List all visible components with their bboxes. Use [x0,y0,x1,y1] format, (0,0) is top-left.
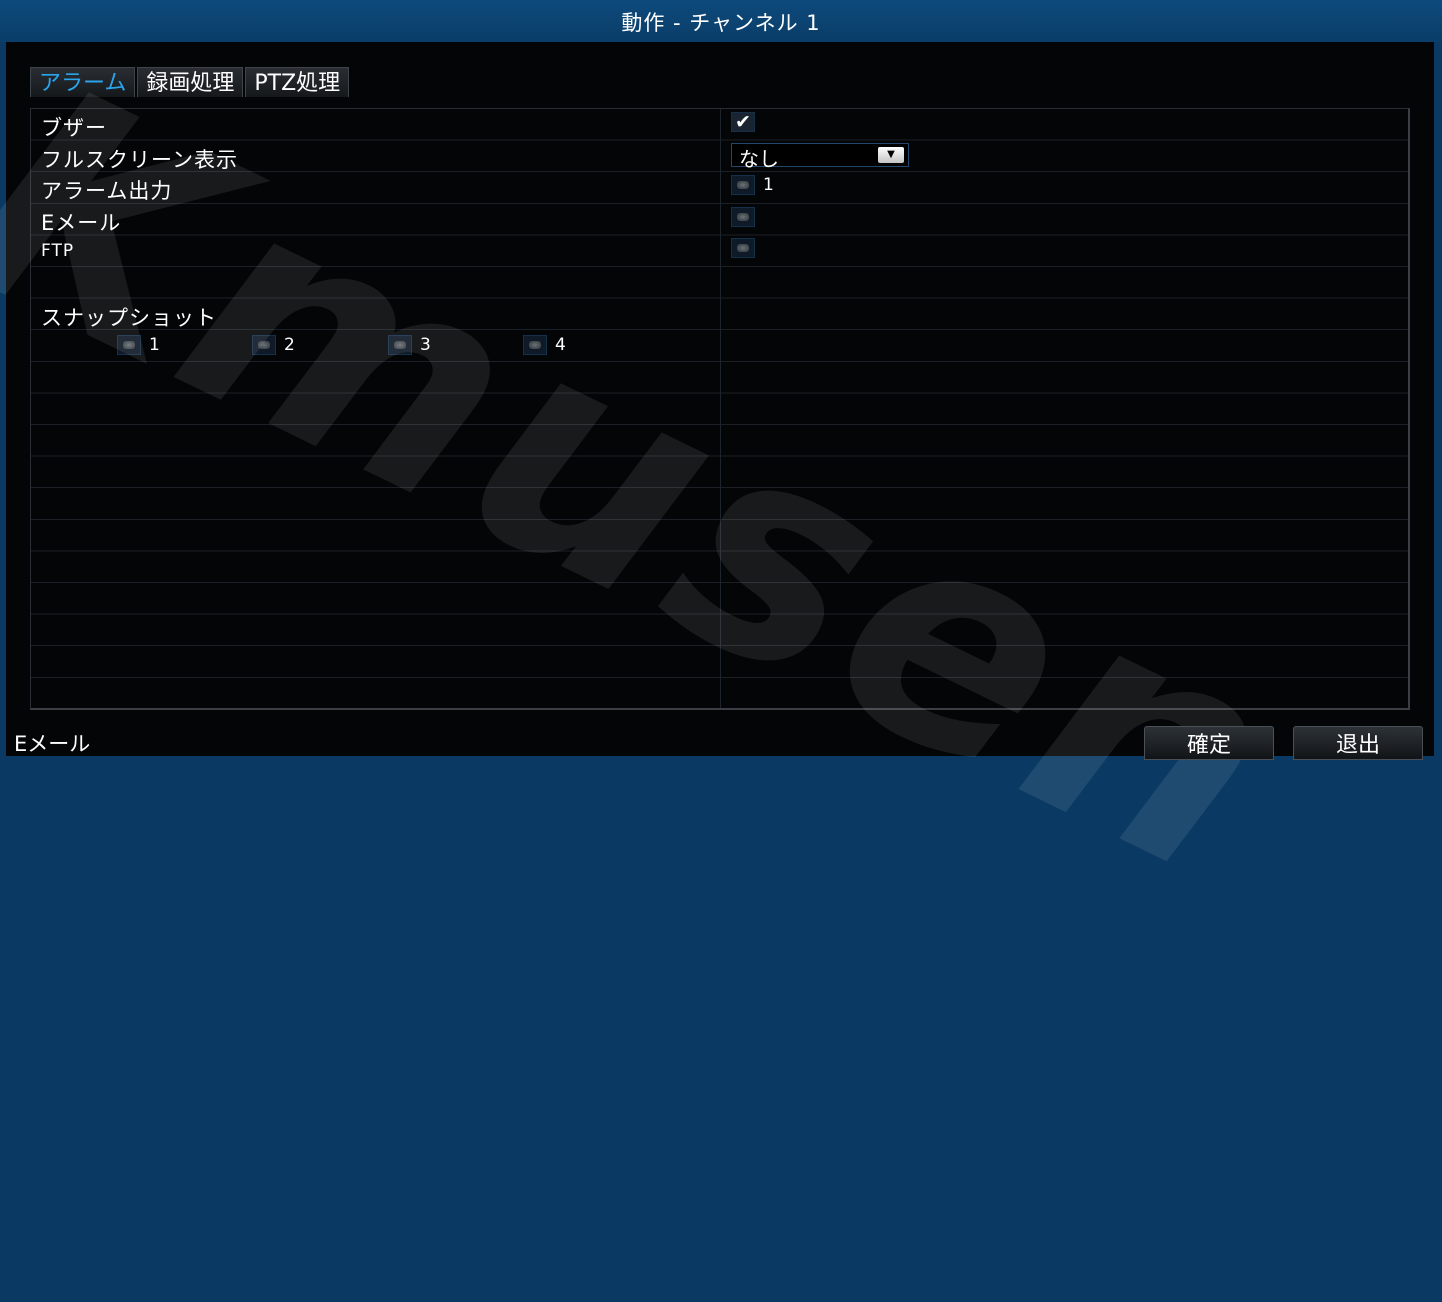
window-title: 動作 - チャンネル 1 [0,0,1442,42]
alarm-output-option-label: 1 [763,175,774,196]
snapshot-channel-label: 2 [284,335,295,356]
tab-recording[interactable]: 録画処理 [137,67,244,97]
tab-bar: アラーム 録画処理 PTZ処理 [30,67,350,99]
main-panel: アラーム 録画処理 PTZ処理 ブザー ✔ フルスクリーン表示 なし ▼ アラー… [6,42,1434,756]
status-text: Eメール [14,732,91,756]
snapshot-channel-label: 1 [149,335,160,356]
tab-alarm[interactable]: アラーム [30,67,136,97]
snapshot-checkbox-2[interactable] [252,335,276,356]
email-checkbox[interactable] [731,206,755,227]
buzzer-label: ブザー [41,116,107,140]
fullscreen-label: フルスクリーン表示 [41,147,238,172]
email-label: Eメール [41,210,122,235]
row-ftp: FTP [31,235,1408,266]
buzzer-checkbox[interactable]: ✔ [731,112,755,132]
snapshot-channel-4: 4 [523,335,566,356]
alarm-output-label: アラーム出力 [41,179,173,204]
ftp-checkbox[interactable] [731,238,755,259]
snapshot-channel-1: 1 [117,335,160,356]
exit-button[interactable]: 退出 [1293,726,1423,760]
snapshot-channel-2: 2 [252,335,295,356]
row-snapshot: スナップショット [31,299,1408,330]
snapshot-channel-label: 4 [555,335,566,356]
row-email: Eメール [31,204,1408,235]
row-snapshot-channels: 1 2 3 4 [31,330,1408,361]
snapshot-label: スナップショット [41,305,217,330]
snapshot-channel-label: 3 [420,335,431,356]
snapshot-checkbox-1[interactable] [117,335,141,356]
snapshot-channel-3: 3 [388,335,431,356]
alarm-output-control: 1 [731,175,774,196]
ftp-label: FTP [41,241,75,262]
fullscreen-select[interactable]: なし ▼ [731,142,909,171]
ok-button[interactable]: 確定 [1144,726,1274,760]
row-fullscreen: フルスクリーン表示 なし ▼ [31,141,1408,172]
snapshot-checkbox-3[interactable] [388,335,412,356]
snapshot-checkbox-4[interactable] [523,335,547,356]
check-icon: ✔ [735,111,751,133]
row-alarm-output: アラーム出力 1 [31,172,1408,203]
fullscreen-select-value: なし [739,146,779,171]
dropdown-arrow-icon[interactable]: ▼ [878,146,904,163]
settings-grid: ブザー ✔ フルスクリーン表示 なし ▼ アラーム出力 1 Eメール FTP ス… [30,108,1410,710]
row-buzzer: ブザー ✔ [31,109,1408,140]
tab-ptz[interactable]: PTZ処理 [245,67,350,97]
alarm-output-checkbox[interactable] [731,175,755,196]
